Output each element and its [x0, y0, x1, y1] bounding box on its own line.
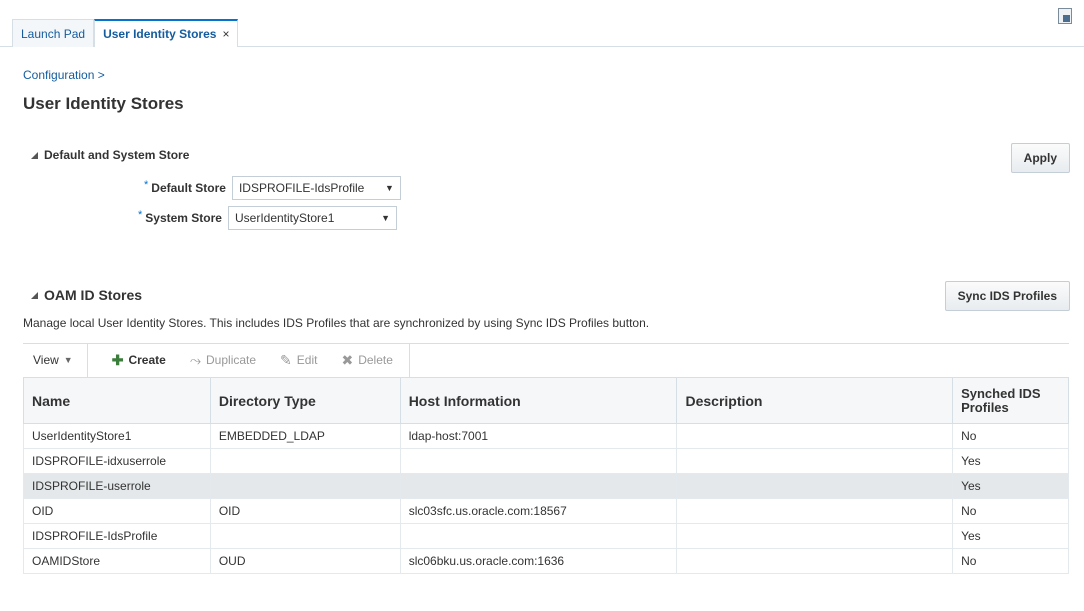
cell-name: IDSPROFILE-idxuserrole	[23, 448, 211, 474]
cell-host-information	[399, 448, 678, 474]
cell-host-information: slc03sfc.us.oracle.com:18567	[399, 498, 678, 524]
cell-host-information: slc06bku.us.oracle.com:1636	[399, 548, 678, 574]
tab-label: Launch Pad	[21, 26, 86, 41]
delete-label: Delete	[358, 353, 393, 367]
tab-strip: Launch Pad User Identity Stores ×	[0, 0, 1084, 47]
cell-host-information	[399, 473, 678, 499]
duplicate-label: Duplicate	[206, 353, 257, 367]
cell-description	[676, 523, 954, 549]
cell-synched: Yes	[952, 448, 1069, 474]
view-menu[interactable]: View ▼	[33, 343, 88, 377]
sync-ids-profiles-button[interactable]: Sync IDS Profiles	[944, 281, 1070, 311]
cell-directory-type	[209, 523, 401, 549]
cell-description	[676, 498, 954, 524]
collapse-triangle-icon[interactable]	[31, 291, 38, 299]
create-button[interactable]: ✚ Create	[112, 352, 166, 369]
section-description: Manage local User Identity Stores. This …	[23, 316, 650, 330]
edit-button[interactable]: ✎ Edit	[280, 352, 317, 369]
column-header-name[interactable]: Name	[23, 377, 211, 424]
tab-label: User Identity Stores	[103, 27, 217, 41]
cell-name: IDSPROFILE-userrole	[23, 473, 211, 499]
duplicate-button[interactable]: ⤳ Duplicate	[190, 352, 256, 369]
cell-name: OID	[23, 498, 211, 524]
system-store-select[interactable]: UserIdentityStore1 ▼	[227, 206, 397, 230]
view-label: View	[33, 353, 59, 367]
section-default-system-store[interactable]: Default and System Store	[31, 148, 189, 162]
column-header-host-information[interactable]: Host Information	[399, 377, 678, 424]
section-title: Default and System Store	[44, 148, 190, 162]
cell-synched: Yes	[952, 523, 1069, 549]
table-row[interactable]: OAMIDStore OUD slc06bku.us.oracle.com:16…	[23, 548, 1069, 574]
section-title: OAM ID Stores	[44, 287, 143, 303]
plus-icon: ✚	[111, 351, 124, 368]
cell-synched: Yes	[952, 473, 1069, 499]
toolbar-divider	[408, 343, 410, 377]
pencil-icon: ✎	[280, 351, 292, 368]
system-store-label: System Store	[145, 211, 222, 225]
table-header-row: Name Directory Type Host Information Des…	[23, 377, 1069, 424]
collapse-triangle-icon[interactable]	[31, 151, 38, 159]
column-header-synched-ids-profiles[interactable]: Synched IDS Profiles	[952, 377, 1069, 424]
close-icon[interactable]: ×	[222, 27, 229, 41]
required-marker: *	[144, 179, 149, 191]
system-store-value: UserIdentityStore1	[234, 211, 335, 225]
detach-window-icon[interactable]	[1058, 8, 1072, 24]
cell-name: OAMIDStore	[23, 548, 211, 574]
dropdown-arrow-icon: ▼	[385, 183, 394, 193]
cell-description	[676, 448, 954, 474]
section-oam-id-stores[interactable]: OAM ID Stores	[31, 287, 142, 303]
cell-host-information	[399, 523, 678, 549]
cell-description	[676, 548, 954, 574]
tab-list: Launch Pad User Identity Stores ×	[12, 19, 239, 47]
cell-name: UserIdentityStore1	[23, 423, 211, 449]
table-toolbar: View ▼ ✚ Create ⤳ Duplicate ✎ Edit ✖ Del…	[23, 343, 1069, 377]
cell-directory-type	[209, 448, 401, 474]
cell-directory-type	[209, 473, 401, 499]
tab-user-identity-stores[interactable]: User Identity Stores ×	[94, 19, 239, 47]
cell-description	[676, 423, 954, 449]
default-store-row: * Default Store IDSPROFILE-IdsProfile ▼	[144, 176, 401, 200]
dropdown-arrow-icon: ▼	[381, 213, 390, 223]
page-title: User Identity Stores	[23, 94, 184, 113]
cell-host-information: ldap-host:7001	[399, 423, 678, 449]
cell-directory-type: OID	[209, 498, 401, 524]
cell-directory-type: EMBEDDED_LDAP	[209, 423, 401, 449]
cell-synched: No	[952, 498, 1069, 524]
cell-description	[676, 473, 954, 499]
delete-x-icon: ✖	[341, 351, 354, 368]
default-store-select[interactable]: IDSPROFILE-IdsProfile ▼	[231, 176, 401, 200]
apply-button[interactable]: Apply	[1010, 143, 1070, 173]
id-stores-table: Name Directory Type Host Information Des…	[23, 377, 1069, 574]
cell-name: IDSPROFILE-IdsProfile	[23, 523, 211, 549]
edit-label: Edit	[296, 353, 318, 367]
table-row[interactable]: OID OID slc03sfc.us.oracle.com:18567 No	[23, 498, 1069, 524]
table-row[interactable]: UserIdentityStore1 EMBEDDED_LDAP ldap-ho…	[23, 423, 1069, 449]
delete-button[interactable]: ✖ Delete	[341, 352, 392, 369]
cell-synched: No	[952, 423, 1069, 449]
tab-launch-pad[interactable]: Launch Pad	[12, 19, 95, 47]
table-row[interactable]: IDSPROFILE-idxuserrole Yes	[23, 448, 1069, 474]
default-store-value: IDSPROFILE-IdsProfile	[238, 181, 365, 195]
column-header-description[interactable]: Description	[676, 377, 954, 424]
cell-synched: No	[952, 548, 1069, 574]
breadcrumb[interactable]: Configuration >	[23, 68, 105, 82]
dropdown-arrow-icon: ▼	[63, 355, 73, 365]
cell-directory-type: OUD	[209, 548, 401, 574]
required-marker: *	[138, 209, 143, 221]
table-row-selected[interactable]: IDSPROFILE-userrole Yes	[23, 473, 1069, 499]
column-header-directory-type[interactable]: Directory Type	[209, 377, 401, 424]
duplicate-icon: ⤳	[189, 351, 202, 368]
system-store-row: * System Store UserIdentityStore1 ▼	[138, 206, 397, 230]
create-label: Create	[128, 353, 166, 367]
table-row[interactable]: IDSPROFILE-IdsProfile Yes	[23, 523, 1069, 549]
default-store-label: Default Store	[151, 181, 226, 195]
